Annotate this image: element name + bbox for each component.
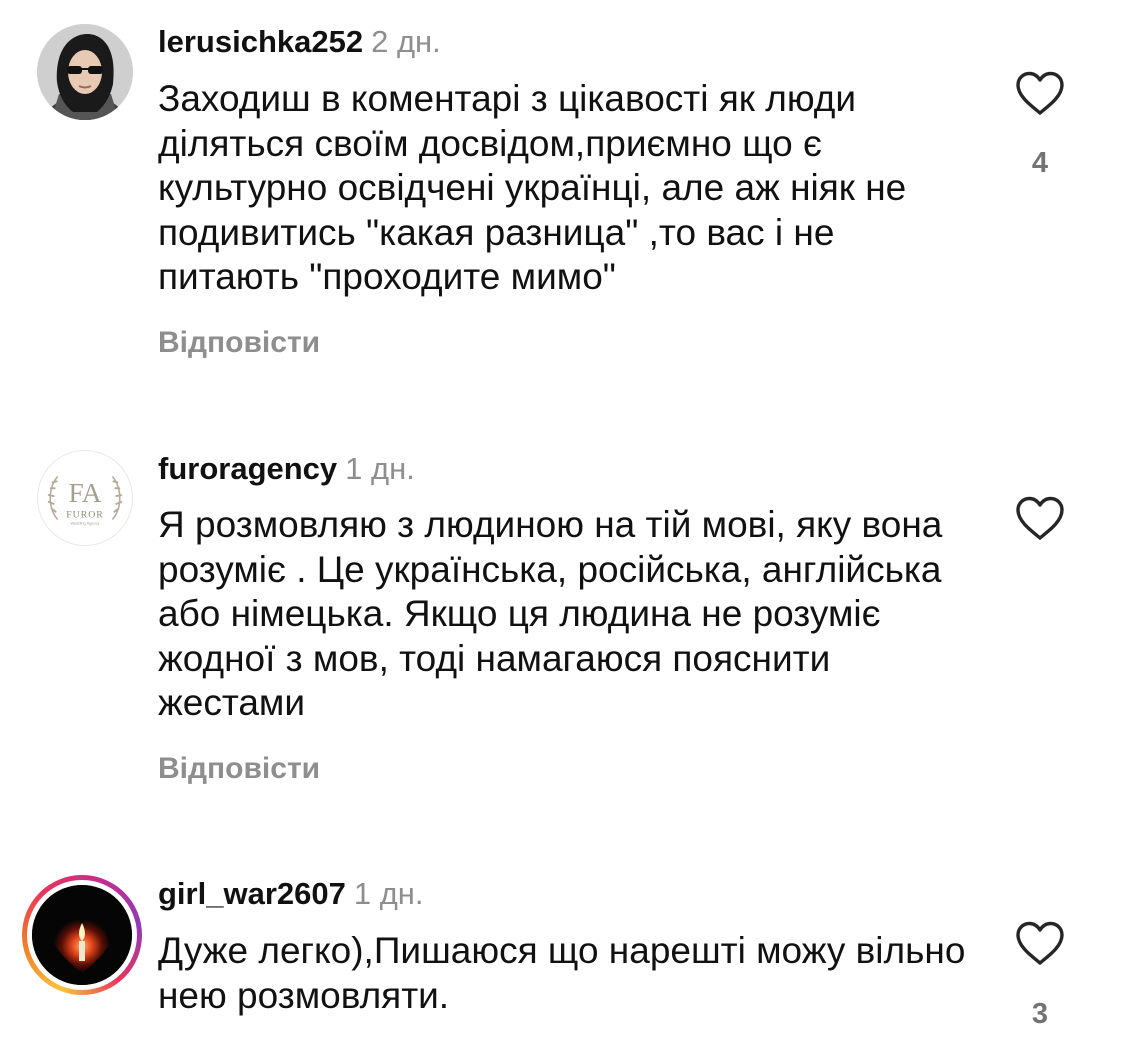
comment-text: Дуже легко),Пишаюся що нарешті можу віль…	[158, 930, 966, 1016]
heart-outline-icon	[1016, 496, 1064, 540]
avatar-story-ring[interactable]	[22, 875, 142, 995]
comment-header: furoragency 1 дн.	[158, 451, 415, 487]
logo-name: FUROR	[66, 510, 104, 521]
comment-username[interactable]: furoragency	[158, 451, 337, 486]
like-count: 3	[1031, 998, 1049, 1030]
like-button[interactable]	[1014, 495, 1066, 543]
logo-tagline: Wedding Agency	[70, 520, 99, 525]
comment-time: 1 дн.	[353, 876, 424, 911]
logo-monogram: FA	[69, 478, 102, 508]
like-button[interactable]	[1014, 920, 1066, 968]
comment-item: girl_war2607 1 дн. Дуже легко),Пишаюся що…	[0, 0, 1125, 1030]
reply-button[interactable]: Відповісти	[158, 752, 320, 786]
furor-logo: FA FUROR Wedding Agency	[38, 451, 132, 545]
avatar-photo	[32, 885, 132, 985]
heart-outline-icon	[1016, 921, 1064, 965]
comment-header: girl_war2607 1 дн.	[158, 876, 424, 912]
comment-text: Я розмовляю з людиною на тій мові, яку в…	[158, 504, 943, 723]
comment-time: 1 дн.	[345, 451, 415, 486]
comment-username[interactable]: girl_war2607	[158, 876, 346, 911]
avatar	[32, 885, 132, 985]
avatar[interactable]: FA FUROR Wedding Agency	[37, 450, 133, 546]
